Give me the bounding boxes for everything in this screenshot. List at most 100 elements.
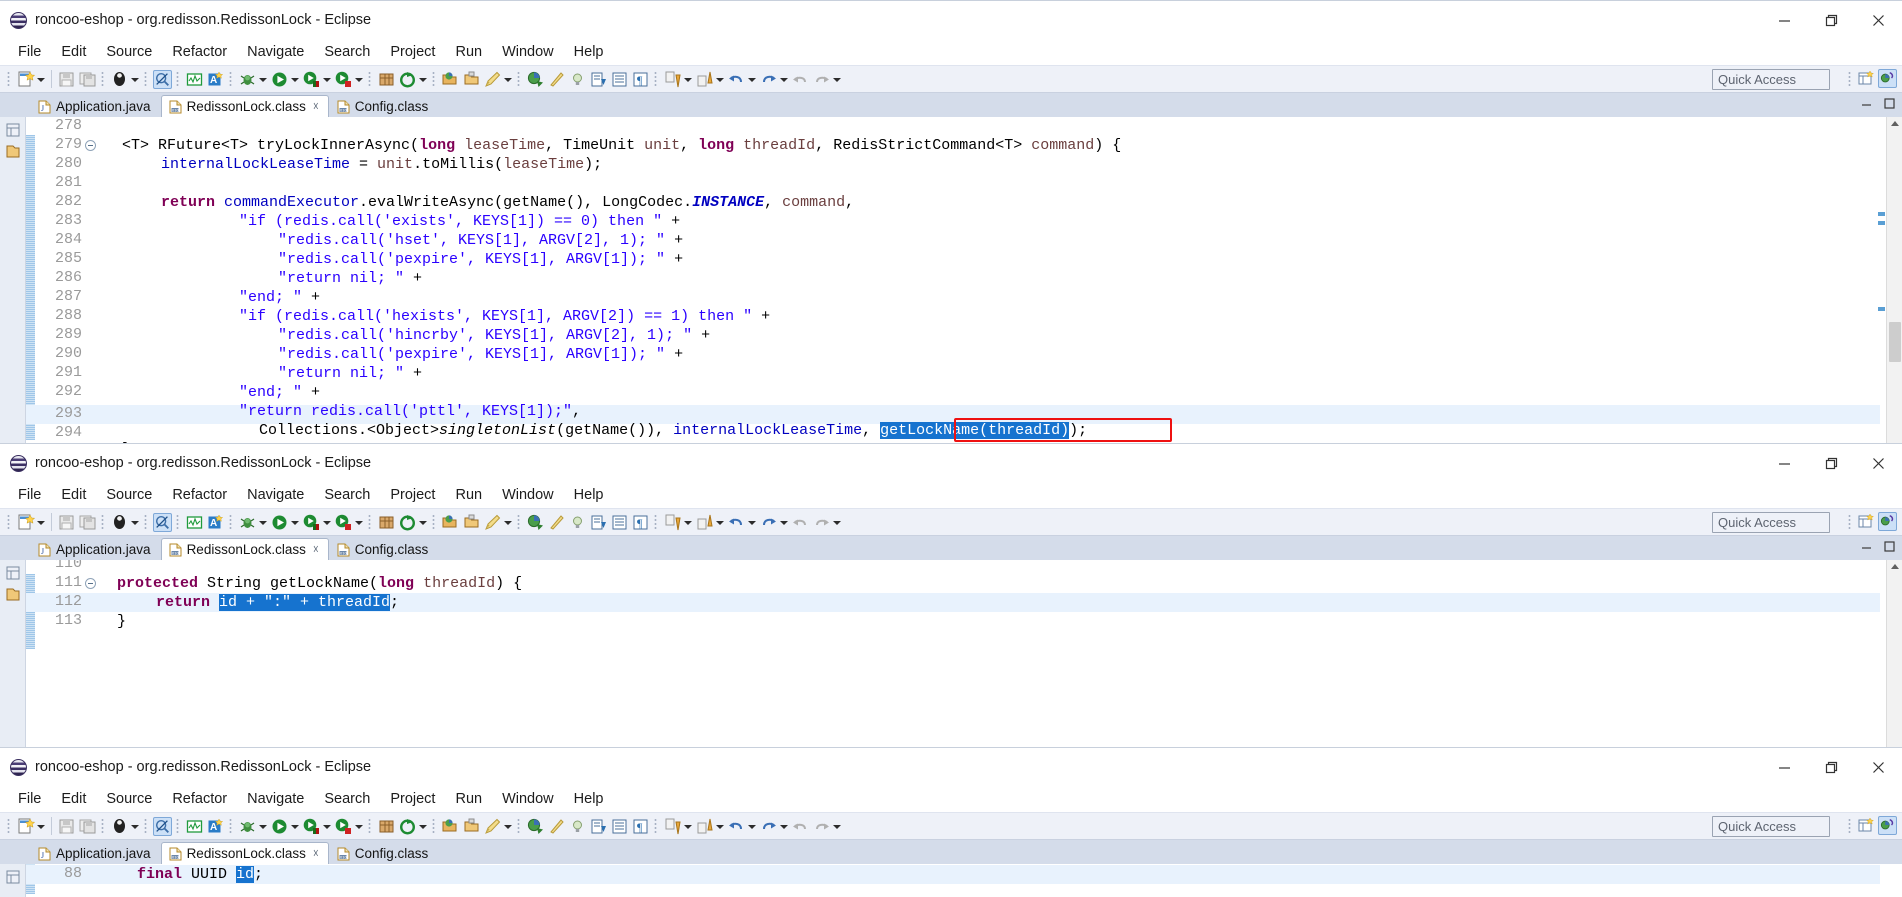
outline-toggle-icon[interactable]: [5, 869, 21, 885]
minimize-editor-icon[interactable]: [1860, 97, 1873, 115]
scrollbar-thumb[interactable]: [1889, 322, 1901, 362]
next-edit-dropdown-icon[interactable]: [715, 817, 724, 836]
open-type-dropdown-icon[interactable]: [418, 70, 427, 89]
java-perspective-icon[interactable]: [1878, 69, 1897, 88]
next-annotation-icon[interactable]: [589, 513, 608, 532]
toolbar-grip[interactable]: [228, 513, 235, 531]
save-icon[interactable]: [57, 70, 76, 89]
code-editor-top[interactable]: 278 279 280 281 282 283 284 285 286 287 …: [0, 117, 1902, 443]
quick-view-icon[interactable]: [5, 143, 21, 159]
new-wizard-icon[interactable]: [16, 70, 35, 89]
forward-icon[interactable]: [759, 513, 778, 532]
print-icon[interactable]: [110, 817, 129, 836]
open-perspective-icon[interactable]: [1857, 816, 1876, 835]
open-resource-icon[interactable]: [441, 817, 460, 836]
close-tab-icon[interactable]: ☓: [313, 847, 319, 860]
toolbar-grip[interactable]: [516, 70, 523, 88]
minimize-button[interactable]: [1761, 748, 1808, 786]
menu-window[interactable]: Window: [492, 485, 564, 505]
back-icon[interactable]: [727, 70, 746, 89]
save-all-icon[interactable]: [78, 817, 97, 836]
annotate-dropdown-icon[interactable]: [503, 513, 512, 532]
run-last-dropdown-icon[interactable]: [354, 513, 363, 532]
menu-run[interactable]: Run: [445, 485, 492, 505]
open-type-dropdown-icon[interactable]: [418, 817, 427, 836]
paragraph-marks-icon[interactable]: ¶: [631, 817, 650, 836]
annotate-icon[interactable]: [483, 817, 502, 836]
ruler-icon[interactable]: [547, 817, 566, 836]
external-tools-dropdown-icon[interactable]: [322, 513, 331, 532]
toolbar-grip[interactable]: [143, 513, 150, 531]
nav-dropdown-icon[interactable]: [832, 817, 841, 836]
editor-vertical-scrollbar[interactable]: [1886, 117, 1902, 443]
previous-edit-icon[interactable]: [663, 817, 682, 836]
menu-help[interactable]: Help: [564, 42, 614, 62]
menu-project[interactable]: Project: [380, 789, 445, 809]
debug-dropdown-icon[interactable]: [258, 817, 267, 836]
forward-dropdown-icon[interactable]: [779, 70, 788, 89]
minimize-editor-icon[interactable]: [1860, 540, 1873, 558]
maximize-editor-icon[interactable]: [1883, 97, 1896, 115]
next-edit-icon[interactable]: [695, 70, 714, 89]
run-dropdown-icon[interactable]: [290, 817, 299, 836]
toolbar-grip[interactable]: [175, 817, 182, 835]
quick-access-input[interactable]: Quick Access: [1712, 816, 1830, 837]
new-wizard-icon[interactable]: [16, 817, 35, 836]
editor-vertical-scrollbar[interactable]: [1886, 560, 1902, 747]
new-package-icon[interactable]: [377, 817, 396, 836]
next-edit-icon[interactable]: [695, 817, 714, 836]
run-last-tool-icon[interactable]: [334, 817, 353, 836]
new-wizard-dropdown-icon[interactable]: [36, 817, 45, 836]
editor-tab-redissonlock-class[interactable]: 010 RedissonLock.class ☓: [160, 538, 329, 560]
open-type-icon[interactable]: [398, 817, 417, 836]
show-whitespace-icon[interactable]: [610, 817, 629, 836]
previous-edit-dropdown-icon[interactable]: [683, 817, 692, 836]
menu-window[interactable]: Window: [492, 789, 564, 809]
nav-dropdown-icon[interactable]: [832, 70, 841, 89]
toolbar-grip[interactable]: [431, 70, 438, 88]
back-icon[interactable]: [727, 817, 746, 836]
open-type-dropdown-icon[interactable]: [418, 513, 427, 532]
print-dropdown-icon[interactable]: [130, 70, 139, 89]
menu-search[interactable]: Search: [314, 485, 380, 505]
editor-tab-application-java[interactable]: J Application.java: [30, 95, 161, 117]
open-task-icon[interactable]: [185, 817, 204, 836]
menu-edit[interactable]: Edit: [51, 42, 96, 62]
open-perspective-icon[interactable]: [1857, 512, 1876, 531]
print-dropdown-icon[interactable]: [130, 817, 139, 836]
run-external-tools-icon[interactable]: [302, 70, 321, 89]
forward-icon[interactable]: [759, 817, 778, 836]
menu-help[interactable]: Help: [564, 789, 614, 809]
open-resource-icon[interactable]: [441, 70, 460, 89]
print-icon[interactable]: [110, 70, 129, 89]
annotate-icon[interactable]: [483, 70, 502, 89]
run-last-dropdown-icon[interactable]: [354, 817, 363, 836]
hint-icon[interactable]: [568, 70, 587, 89]
show-whitespace-icon[interactable]: [610, 513, 629, 532]
close-tab-icon[interactable]: ☓: [313, 100, 319, 113]
search-type-icon[interactable]: [526, 513, 545, 532]
toolbar-grip[interactable]: [100, 513, 107, 531]
ruler-icon[interactable]: [547, 70, 566, 89]
toolbar-grip[interactable]: [653, 817, 660, 835]
menu-file[interactable]: File: [8, 789, 51, 809]
previous-edit-icon[interactable]: [663, 70, 682, 89]
new-package-icon[interactable]: [377, 70, 396, 89]
toolbar-grip[interactable]: [6, 817, 13, 835]
toolbar-grip[interactable]: [653, 513, 660, 531]
ruler-icon[interactable]: [547, 513, 566, 532]
editor-tab-redissonlock-class[interactable]: 010 RedissonLock.class ☓: [160, 95, 329, 117]
close-button[interactable]: [1855, 748, 1902, 786]
menu-help[interactable]: Help: [564, 485, 614, 505]
menu-project[interactable]: Project: [380, 485, 445, 505]
editor-tab-config-class[interactable]: 010 Config.class: [328, 538, 439, 560]
menu-navigate[interactable]: Navigate: [237, 485, 314, 505]
menu-run[interactable]: Run: [445, 789, 492, 809]
new-package-icon[interactable]: [377, 513, 396, 532]
debug-icon[interactable]: [238, 513, 257, 532]
close-button[interactable]: [1855, 444, 1902, 482]
perspective-grip[interactable]: [1847, 512, 1854, 531]
toolbar-grip[interactable]: [6, 70, 13, 88]
save-all-icon[interactable]: [78, 70, 97, 89]
maximize-button[interactable]: [1808, 1, 1855, 39]
